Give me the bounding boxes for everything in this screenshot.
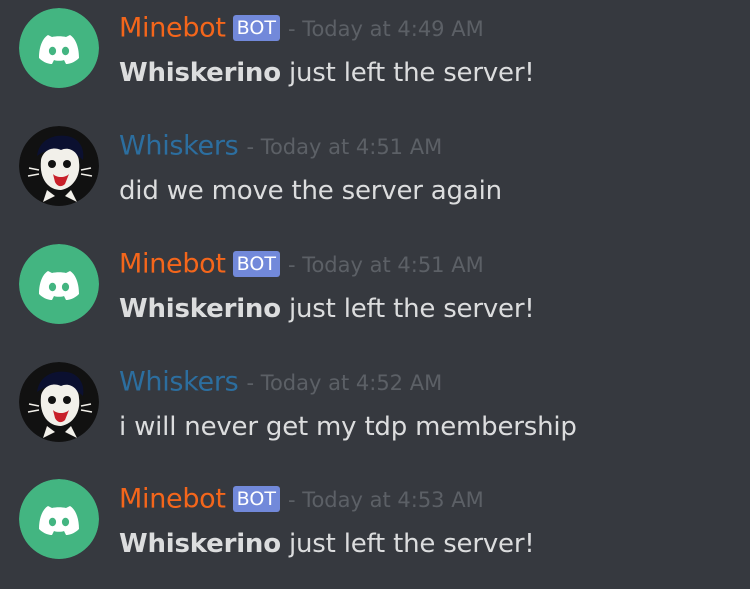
timestamp: - Today at 4:52 AM (246, 370, 443, 395)
discord-logo-icon (19, 244, 99, 324)
message-content: Whiskerino just left the server! (119, 55, 535, 91)
message-item: Whiskers - Today at 4:52 AM i will never … (0, 354, 750, 454)
mentioned-user: Whiskerino (119, 529, 281, 559)
message-header: Whiskers - Today at 4:52 AM (119, 364, 442, 401)
message-item: Minebot BOT - Today at 4:53 AM Whiskerino … (0, 471, 750, 571)
message-content: Whiskerino just left the server! (119, 291, 535, 327)
bot-tag: BOT (232, 250, 280, 277)
discord-logo-icon (19, 479, 99, 559)
message-header: Minebot BOT - Today at 4:53 AM (119, 481, 484, 518)
message-text: just left the server! (280, 529, 535, 559)
avatar[interactable] (19, 244, 99, 324)
cartoon-cat-avatar (19, 362, 99, 442)
message-text: i will never get my tdp membership (119, 412, 577, 442)
message-content: did we move the server again (119, 173, 502, 209)
timestamp: - Today at 4:53 AM (287, 487, 484, 512)
message-header: Minebot BOT - Today at 4:51 AM (119, 246, 484, 283)
avatar[interactable] (19, 8, 99, 88)
discord-logo-icon (19, 8, 99, 88)
message-header: Whiskers - Today at 4:51 AM (119, 128, 442, 165)
message-text: just left the server! (280, 294, 535, 324)
username[interactable]: Minebot (119, 13, 226, 44)
username[interactable]: Minebot (119, 484, 226, 515)
avatar[interactable] (19, 362, 99, 442)
message-content: i will never get my tdp membership (119, 409, 577, 445)
username[interactable]: Whiskers (119, 131, 239, 162)
message-content: Whiskerino just left the server! (119, 526, 535, 562)
message-text: did we move the server again (119, 176, 502, 206)
avatar[interactable] (19, 479, 99, 559)
timestamp: - Today at 4:51 AM (246, 134, 443, 159)
timestamp: - Today at 4:49 AM (287, 16, 484, 41)
bot-tag: BOT (232, 14, 280, 41)
message-item: Minebot BOT - Today at 4:49 AM Whiskerino … (0, 0, 750, 100)
chat-log: Minebot BOT - Today at 4:49 AM Whiskerino … (0, 0, 750, 589)
mentioned-user: Whiskerino (119, 58, 281, 88)
timestamp: - Today at 4:51 AM (287, 252, 484, 277)
username[interactable]: Whiskers (119, 367, 239, 398)
mentioned-user: Whiskerino (119, 294, 281, 324)
message-item: Minebot BOT - Today at 4:51 AM Whiskerino … (0, 236, 750, 336)
message-header: Minebot BOT - Today at 4:49 AM (119, 10, 484, 47)
cartoon-cat-avatar (19, 126, 99, 206)
username[interactable]: Minebot (119, 249, 226, 280)
message-item: Whiskers - Today at 4:51 AM did we move t… (0, 118, 750, 218)
avatar[interactable] (19, 126, 99, 206)
bot-tag: BOT (232, 485, 280, 512)
message-text: just left the server! (280, 58, 535, 88)
